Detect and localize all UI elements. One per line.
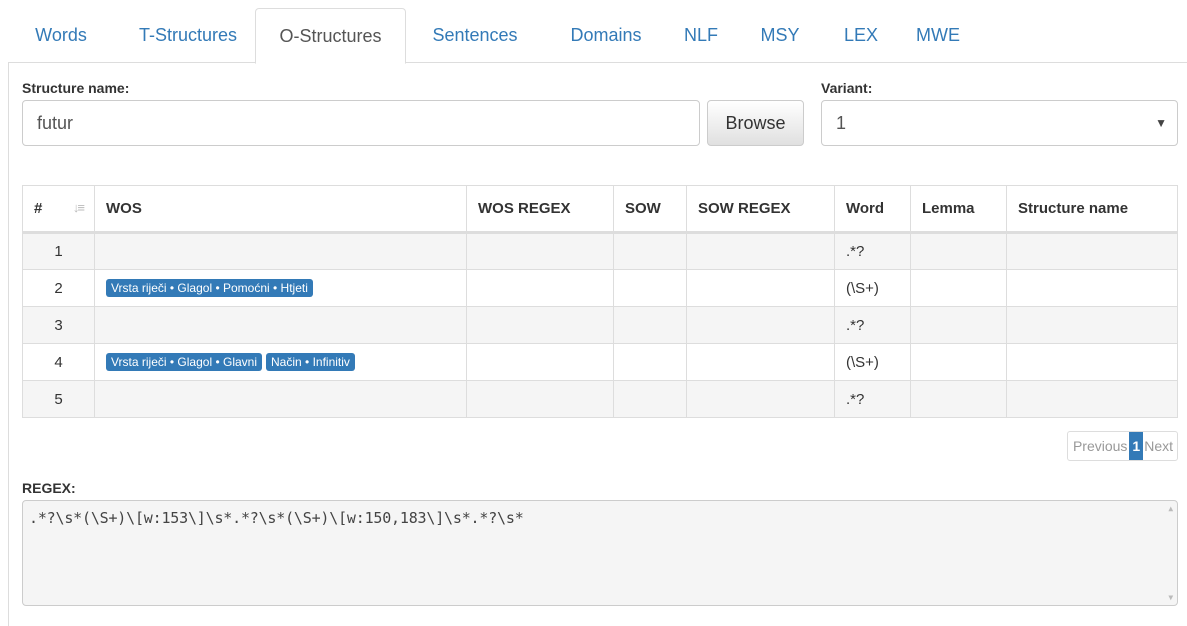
col-header-sow-regex[interactable]: SOW REGEX bbox=[686, 185, 835, 234]
sow-regex-cell bbox=[686, 380, 835, 418]
lemma-cell bbox=[910, 343, 1007, 381]
structure-name-cell bbox=[1006, 380, 1178, 418]
table-row[interactable]: 4 Vrsta riječi • Glagol • Glavni Način • … bbox=[22, 343, 1178, 381]
variant-value: 1 bbox=[836, 113, 847, 133]
tab-domains[interactable]: Domains bbox=[556, 8, 656, 63]
structure-name-cell bbox=[1006, 306, 1178, 344]
sow-regex-cell bbox=[686, 232, 835, 270]
wos-cell bbox=[94, 232, 467, 270]
variant-select[interactable]: 1 ▼ bbox=[821, 100, 1178, 146]
sow-regex-cell bbox=[686, 343, 835, 381]
word-cell: (\S+) bbox=[834, 269, 911, 307]
wos-cell: Vrsta riječi • Glagol • Pomoćni • Htjeti bbox=[94, 269, 467, 307]
wos-regex-cell bbox=[466, 232, 614, 270]
page-1-button[interactable]: 1 bbox=[1129, 432, 1144, 460]
row-number: 5 bbox=[22, 380, 95, 418]
sow-cell bbox=[613, 343, 687, 381]
wos-regex-cell bbox=[466, 380, 614, 418]
scroll-up-icon[interactable]: ▲ bbox=[1168, 504, 1173, 513]
sow-cell bbox=[613, 269, 687, 307]
sow-regex-cell bbox=[686, 306, 835, 344]
wos-regex-cell bbox=[466, 306, 614, 344]
row-number: 4 bbox=[22, 343, 95, 381]
table-row[interactable]: 2 Vrsta riječi • Glagol • Pomoćni • Htje… bbox=[22, 269, 1178, 307]
tab-mwe[interactable]: MWE bbox=[908, 8, 968, 63]
word-cell: .*? bbox=[834, 232, 911, 270]
panel-border bbox=[8, 63, 9, 626]
word-cell: .*? bbox=[834, 380, 911, 418]
wos-regex-cell bbox=[466, 269, 614, 307]
tab-words[interactable]: Words bbox=[16, 8, 106, 63]
sow-regex-cell bbox=[686, 269, 835, 307]
wos-cell: Vrsta riječi • Glagol • Glavni Način • In… bbox=[94, 343, 467, 381]
tab-bar: Words T-Structures O-Structures Sentence… bbox=[8, 8, 1187, 64]
table-header-row: # ↓≡ WOS WOS REGEX SOW SOW REGEX Word Le… bbox=[22, 185, 1178, 234]
dropdown-arrow-icon: ▼ bbox=[1155, 116, 1167, 130]
sort-icon[interactable]: ↓≡ bbox=[73, 200, 85, 215]
regex-value: .*?\s*(\S+)\[w:153\]\s*.*?\s*(\S+)\[w:15… bbox=[29, 509, 524, 527]
wos-tag: Vrsta riječi • Glagol • Glavni bbox=[106, 353, 263, 371]
regex-label: REGEX: bbox=[22, 480, 76, 496]
regex-textarea[interactable]: .*?\s*(\S+)\[w:153\]\s*.*?\s*(\S+)\[w:15… bbox=[22, 500, 1178, 606]
wos-cell bbox=[94, 380, 467, 418]
wos-cell bbox=[94, 306, 467, 344]
tab-t-structures[interactable]: T-Structures bbox=[120, 8, 256, 63]
sow-cell bbox=[613, 232, 687, 270]
wos-regex-cell bbox=[466, 343, 614, 381]
tab-nlf[interactable]: NLF bbox=[676, 8, 726, 63]
word-cell: (\S+) bbox=[834, 343, 911, 381]
tab-lex[interactable]: LEX bbox=[836, 8, 886, 63]
table-row[interactable]: 3 .*? bbox=[22, 306, 1178, 344]
wos-tag: Način • Infinitiv bbox=[266, 353, 355, 371]
scroll-down-icon[interactable]: ▼ bbox=[1168, 593, 1173, 602]
word-cell: .*? bbox=[834, 306, 911, 344]
tab-o-structures[interactable]: O-Structures bbox=[255, 8, 406, 64]
table-row[interactable]: 5 .*? bbox=[22, 380, 1178, 418]
col-header-lemma[interactable]: Lemma bbox=[910, 185, 1007, 234]
pagination: Previous 1 Next bbox=[1066, 431, 1178, 461]
lemma-cell bbox=[910, 306, 1007, 344]
wos-tag: Vrsta riječi • Glagol • Pomoćni • Htjeti bbox=[106, 279, 313, 297]
row-number: 3 bbox=[22, 306, 95, 344]
col-header-wos-regex[interactable]: WOS REGEX bbox=[466, 185, 614, 234]
col-header-structure-name[interactable]: Structure name bbox=[1006, 185, 1178, 234]
structure-name-cell bbox=[1006, 269, 1178, 307]
previous-button[interactable]: Previous bbox=[1068, 432, 1129, 460]
browse-button[interactable]: Browse bbox=[707, 100, 804, 146]
structure-name-cell bbox=[1006, 343, 1178, 381]
tab-msy[interactable]: MSY bbox=[750, 8, 810, 63]
variant-label: Variant: bbox=[821, 80, 873, 96]
row-number: 1 bbox=[22, 232, 95, 270]
tab-sentences[interactable]: Sentences bbox=[418, 8, 532, 63]
lemma-cell bbox=[910, 380, 1007, 418]
lemma-cell bbox=[910, 232, 1007, 270]
lemma-cell bbox=[910, 269, 1007, 307]
structure-name-cell bbox=[1006, 232, 1178, 270]
col-header-wos[interactable]: WOS bbox=[94, 185, 467, 234]
table-row[interactable]: 1 .*? bbox=[22, 232, 1178, 270]
structure-table: # ↓≡ WOS WOS REGEX SOW SOW REGEX Word Le… bbox=[22, 185, 1178, 418]
row-number: 2 bbox=[22, 269, 95, 307]
col-header-word[interactable]: Word bbox=[834, 185, 911, 234]
col-header-number[interactable]: # ↓≡ bbox=[22, 185, 95, 234]
structure-name-label: Structure name: bbox=[22, 80, 130, 96]
structure-name-input[interactable]: futur bbox=[22, 100, 700, 146]
col-header-sow[interactable]: SOW bbox=[613, 185, 687, 234]
next-button[interactable]: Next bbox=[1143, 432, 1177, 460]
sow-cell bbox=[613, 380, 687, 418]
sow-cell bbox=[613, 306, 687, 344]
